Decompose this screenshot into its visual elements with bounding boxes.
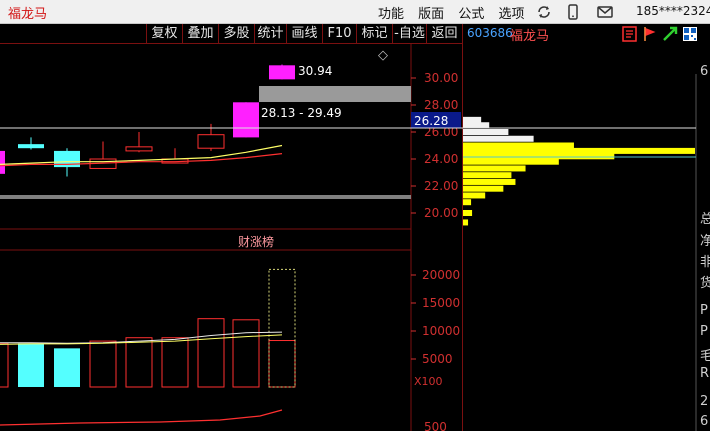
price-tick-label: 22.00: [424, 179, 458, 193]
price-tick-label: 28.00: [424, 98, 458, 112]
draw-line-button[interactable]: 画线: [286, 24, 322, 44]
f10-button[interactable]: F10: [322, 24, 356, 44]
indicator-line: [0, 409, 283, 426]
volume-tick-label: 15000: [422, 296, 460, 310]
restore-rights-button[interactable]: 复权: [146, 24, 182, 44]
side-info-char: 6: [700, 64, 709, 79]
menu-item-options[interactable]: 选项: [498, 3, 524, 22]
side-info-char: 总: [700, 212, 710, 227]
candle-body: [18, 144, 44, 149]
side-info-char: P: [700, 324, 708, 339]
flag-icon[interactable]: [641, 25, 659, 43]
side-info-char: 净: [700, 234, 710, 249]
event-label[interactable]: 财涨榜: [238, 234, 274, 249]
volume-tick-label: 5000: [422, 352, 453, 366]
side-info-char: 2: [700, 394, 709, 409]
volume-profile-bar: [463, 185, 504, 192]
candle-body: [269, 65, 295, 80]
multi-stock-button[interactable]: 多股: [218, 24, 254, 44]
ma-long-line: [0, 153, 283, 167]
high-price-label: 30.94: [298, 64, 332, 78]
volume-bar: [18, 343, 44, 387]
volume-bar: [268, 340, 296, 388]
volume-multiplier: X100: [414, 375, 443, 388]
stock-header: 603686 福龙马: [463, 24, 710, 44]
volume-profile-bar: [463, 116, 482, 123]
side-info-char: P: [700, 303, 708, 318]
volume-profile-bar: [463, 129, 509, 135]
price-tick-label: 24.00: [424, 152, 458, 166]
menu-item-formula[interactable]: 公式: [458, 3, 484, 22]
volume-profile-bar: [463, 199, 472, 206]
price-tick-label: 20.00: [424, 206, 458, 220]
kline-chart[interactable]: 30.0028.0026.0024.0022.0020.002000015000…: [0, 44, 710, 431]
volume-profile-bar: [463, 147, 695, 154]
menu-item-function[interactable]: 功能: [378, 3, 404, 22]
back-button[interactable]: 返回: [426, 24, 462, 44]
remove-watchlist-button[interactable]: -自选: [392, 24, 426, 44]
refresh-icon[interactable]: [535, 3, 553, 21]
stock-name: 福龙马: [510, 29, 550, 44]
side-info-char: 货: [700, 276, 710, 291]
volume-profile-bar: [463, 122, 490, 129]
lower-tick-label: 500: [424, 420, 447, 431]
price-tick-label: 30.00: [424, 71, 458, 85]
app-title: 福龙马: [8, 7, 48, 22]
volume-tick-label: 10000: [422, 324, 460, 338]
volume-profile-bar: [463, 219, 469, 226]
volume-bar: [0, 342, 9, 388]
current-price-value: 26.28: [414, 114, 448, 128]
menu-item-layout[interactable]: 版面: [418, 3, 444, 22]
phone-icon[interactable]: [564, 3, 582, 21]
chart-toolbar: 复权 叠加 多股 统计 画线 F10 标记 -自选 返回: [0, 24, 462, 44]
user-account[interactable]: 185****2324: [636, 4, 710, 18]
stock-code: 603686: [467, 26, 513, 40]
candle-body: [233, 102, 259, 138]
message-icon[interactable]: [596, 3, 614, 21]
separator-bar: [0, 195, 411, 199]
side-info-char: R: [700, 366, 710, 381]
candle-body: [0, 150, 5, 174]
volume-bar: [54, 348, 80, 387]
arrow-icon[interactable]: [661, 25, 679, 43]
volume-profile-bar: [463, 142, 574, 149]
volume-profile-bar: [463, 153, 615, 160]
side-info-char: 非: [700, 255, 710, 270]
side-info-char: 6: [700, 414, 709, 429]
volume-profile-bar: [463, 210, 473, 216]
volume-profile-bar: [463, 165, 526, 172]
volume-tick-label: 20000: [422, 268, 460, 282]
volume-profile-bar: [463, 172, 512, 179]
price-range-band: [259, 86, 411, 102]
volume-profile-bar: [463, 158, 559, 165]
volume-bar: [89, 340, 117, 388]
overlay-button[interactable]: 叠加: [182, 24, 218, 44]
candle-body: [125, 146, 153, 152]
volume-profile-bar: [463, 178, 516, 185]
statistics-button[interactable]: 统计: [254, 24, 286, 44]
main-menu: 功能 版面 公式 选项: [378, 3, 534, 22]
diamond-icon[interactable]: ◇: [378, 48, 388, 63]
volume-bar: [197, 318, 225, 388]
volume-bar: [232, 319, 260, 388]
volume-bar: [125, 337, 153, 388]
side-info-char: 毛: [700, 349, 710, 364]
mark-button[interactable]: 标记: [356, 24, 392, 44]
price-range-label: 28.13 - 29.49: [261, 106, 342, 120]
qr-code-icon[interactable]: [681, 25, 699, 43]
document-icon[interactable]: [621, 25, 639, 43]
volume-bar: [161, 337, 189, 388]
title-bar: 福龙马 功能 版面 公式 选项 185****2324: [0, 0, 710, 24]
volume-profile-bar: [463, 192, 486, 199]
volume-profile-bar: [463, 135, 534, 142]
candle-body: [197, 134, 225, 149]
